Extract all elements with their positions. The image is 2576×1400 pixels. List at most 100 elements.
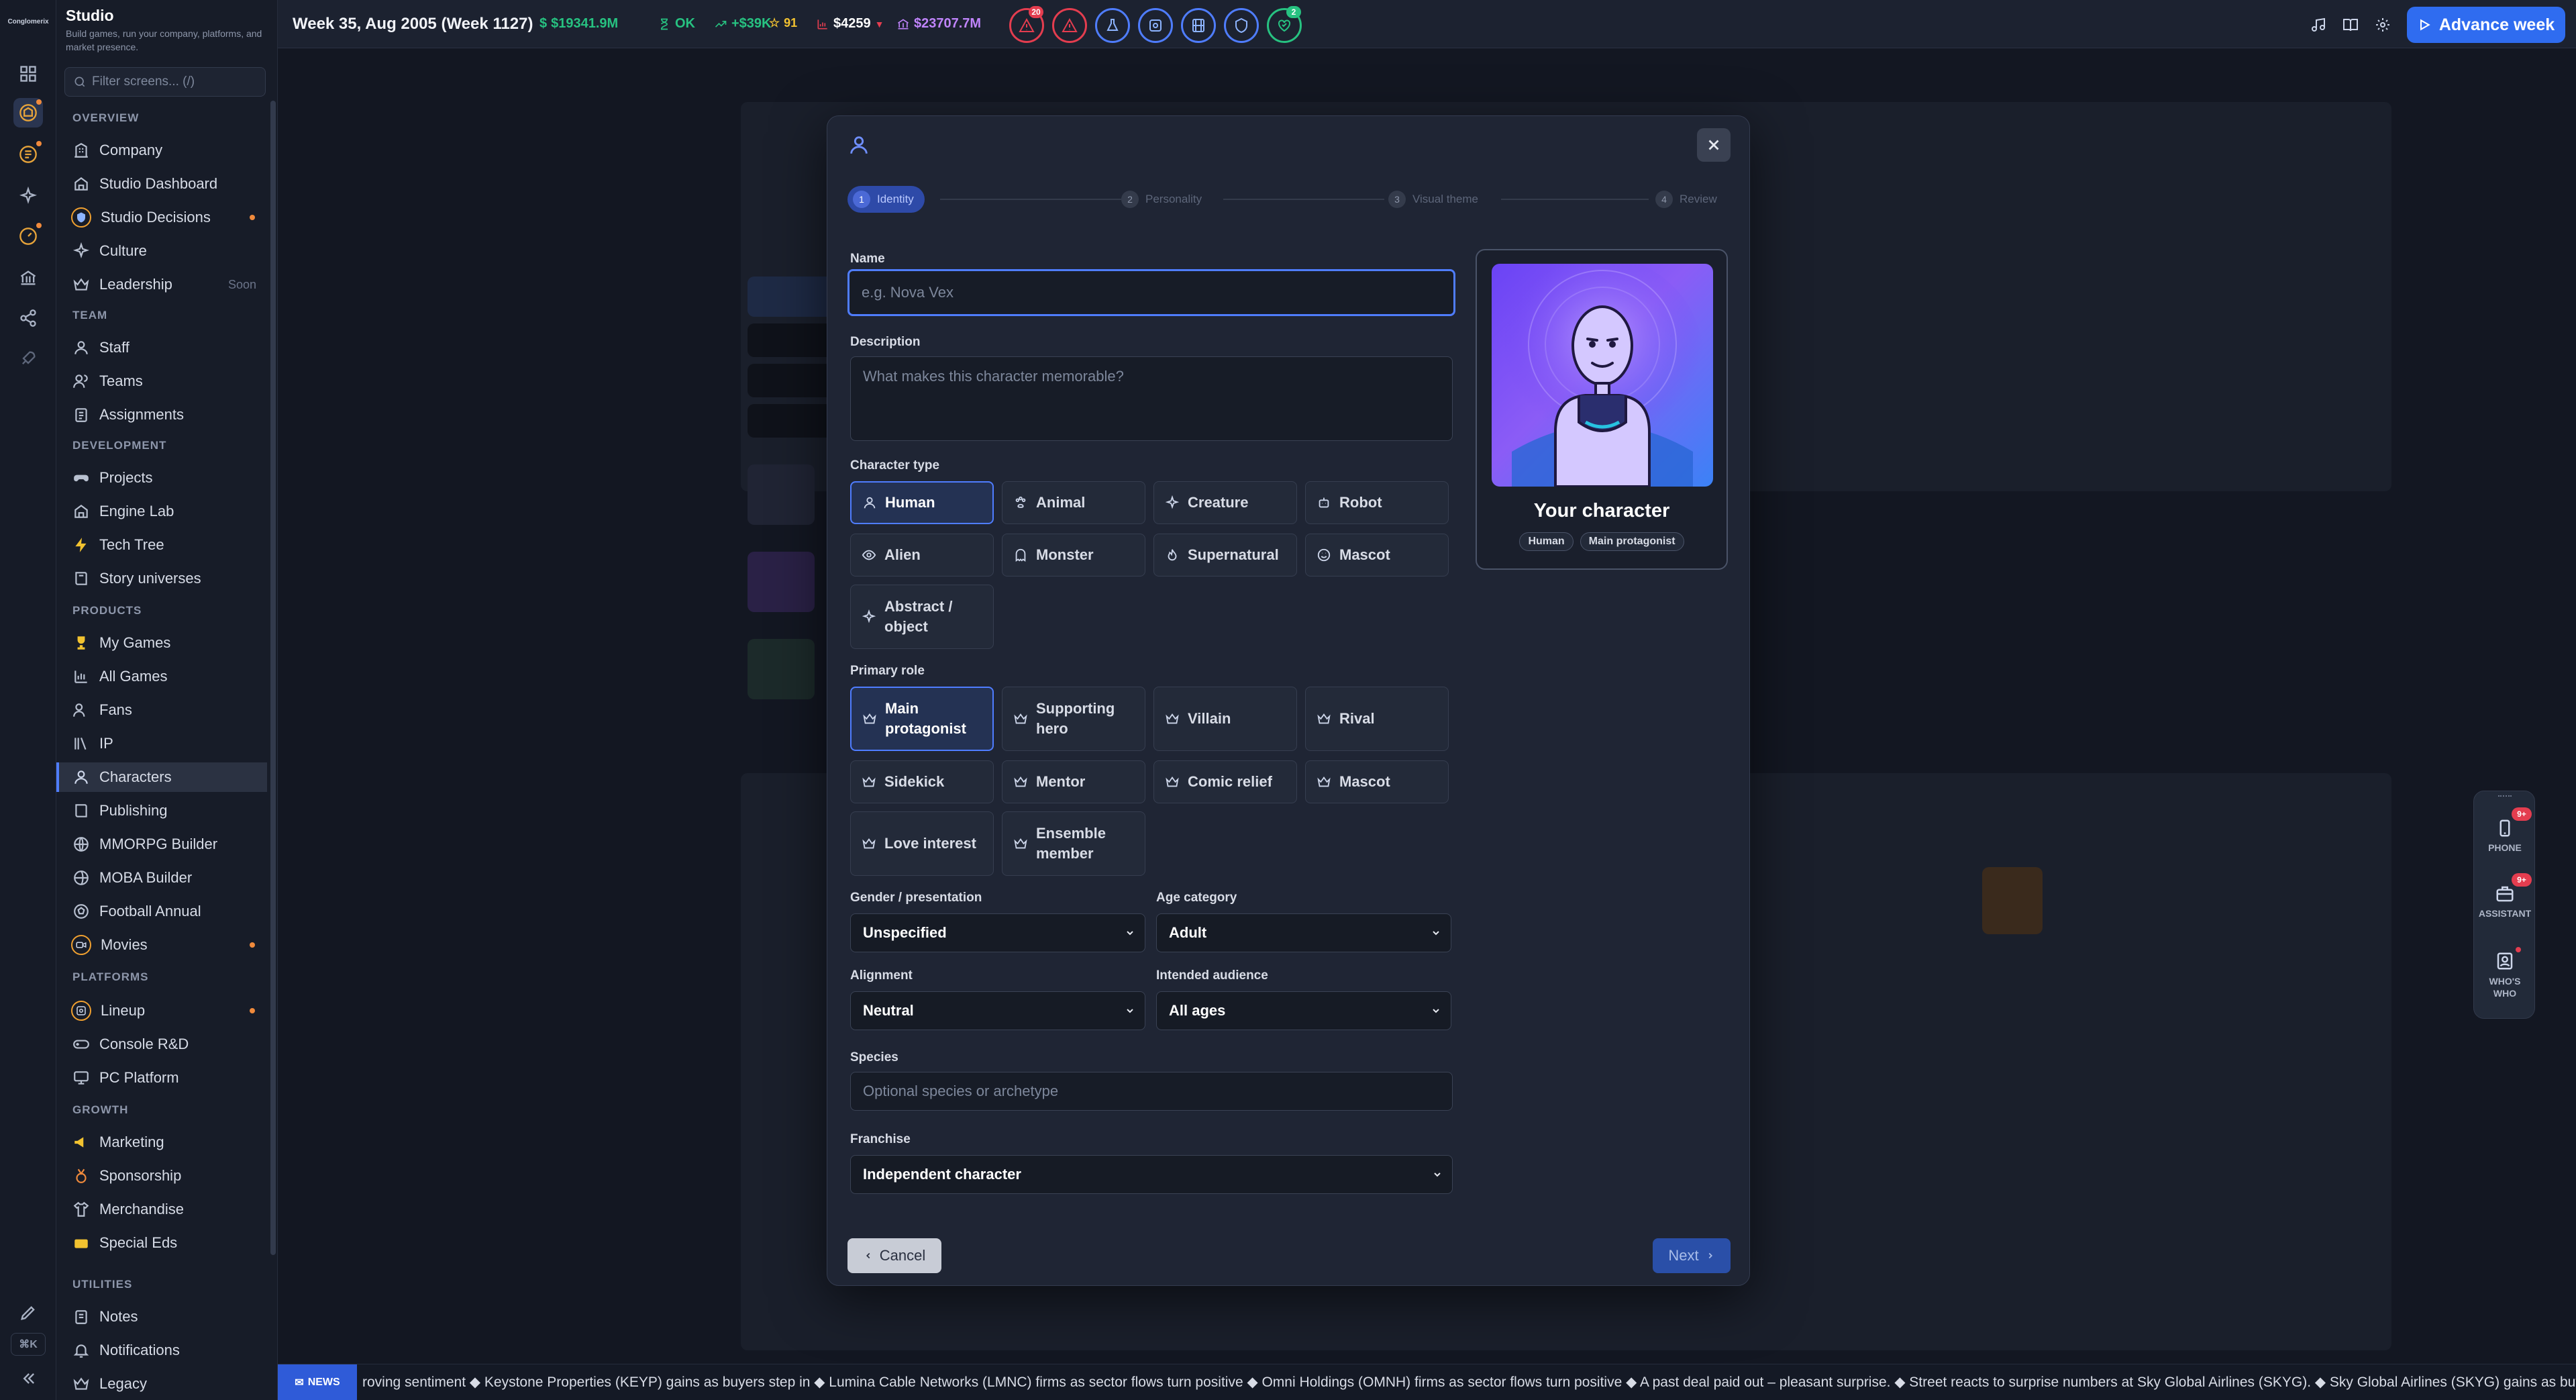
character-type-supernatural[interactable]: Supernatural	[1153, 534, 1297, 577]
sidebar-item-story-universes[interactable]: Story universes	[56, 564, 267, 593]
age-select[interactable]: Adult	[1156, 913, 1451, 952]
sidebar-item-my-games[interactable]: My Games	[56, 628, 267, 658]
pencil-icon[interactable]	[13, 1298, 43, 1328]
sidebar-item-characters[interactable]: Characters	[56, 762, 267, 792]
sidebar-item-company[interactable]: Company	[56, 136, 267, 165]
sidebar-item-notes[interactable]: Notes	[56, 1302, 267, 1332]
cash-stat[interactable]: $ $19341.9M	[539, 16, 618, 32]
drag-handle[interactable]	[2498, 795, 2512, 798]
sidebar-item-notifications[interactable]: Notifications	[56, 1336, 267, 1365]
character-type-human[interactable]: Human	[850, 481, 994, 524]
cancel-button[interactable]: Cancel	[847, 1238, 941, 1273]
sidebar-item-movies[interactable]: Movies	[56, 930, 267, 960]
sidebar-item-teams[interactable]: Teams	[56, 366, 267, 396]
step-review[interactable]: 4 Review	[1650, 186, 1728, 213]
sidebar-item-all-games[interactable]: All Games	[56, 662, 267, 691]
sidebar-item-ip[interactable]: IP	[56, 729, 267, 758]
role-mascot[interactable]: Mascot	[1305, 760, 1449, 803]
command-palette-shortcut[interactable]: ⌘K	[11, 1333, 46, 1356]
step-personality[interactable]: 2 Personality	[1116, 186, 1213, 213]
name-input[interactable]: e.g. Nova Vex	[847, 269, 1455, 316]
grid-icon[interactable]	[13, 59, 43, 89]
sidebar-item-fans[interactable]: Fans	[56, 695, 267, 725]
role-sidekick[interactable]: Sidekick	[850, 760, 994, 803]
sidebar-item-tech-tree[interactable]: Tech Tree	[56, 530, 267, 560]
alerts-button[interactable]: 20	[1009, 6, 1044, 43]
role-love-interest[interactable]: Love interest	[850, 811, 994, 876]
description-textarea[interactable]: What makes this character memorable?	[850, 356, 1453, 441]
character-type-animal[interactable]: Animal	[1002, 481, 1145, 524]
reputation-stat[interactable]: ☆ 91	[769, 16, 797, 30]
console-button[interactable]	[1138, 8, 1173, 43]
assistant-button[interactable]: ASSISTANT	[2474, 884, 2536, 919]
advance-week-button[interactable]: Advance week	[2407, 7, 2565, 43]
character-type-mascot[interactable]: Mascot	[1305, 534, 1449, 577]
step-identity[interactable]: 1 Identity	[847, 186, 925, 213]
sidebar-item-studio-decisions[interactable]: Studio Decisions	[56, 203, 267, 232]
whos-who-button[interactable]: WHO'S WHO	[2474, 951, 2536, 999]
character-type-abstract-object[interactable]: Abstract / object	[850, 585, 994, 649]
role-comic-relief[interactable]: Comic relief	[1153, 760, 1297, 803]
sidebar-item-leadership[interactable]: Leadership Soon	[56, 270, 267, 299]
sidebar-item-legacy[interactable]: Legacy	[56, 1369, 267, 1399]
phone-button[interactable]: PHONE	[2474, 818, 2536, 853]
sidebar-item-studio-dashboard[interactable]: Studio Dashboard	[56, 169, 267, 199]
character-type-robot[interactable]: Robot	[1305, 481, 1449, 524]
delta-stat[interactable]: +$39K	[714, 16, 772, 32]
next-button[interactable]: Next	[1653, 1238, 1731, 1273]
sidebar-item-console-rd[interactable]: Console R&D	[56, 1030, 267, 1059]
collapse-icon[interactable]	[13, 1364, 43, 1393]
sidebar-item-moba-builder[interactable]: MOBA Builder	[56, 863, 267, 893]
sparkle-icon[interactable]	[13, 181, 43, 211]
sidebar-item-mmorpg-builder[interactable]: MMORPG Builder	[56, 830, 267, 859]
news-ticker-text[interactable]: roving sentiment ◆ Keystone Properties (…	[362, 1374, 2576, 1391]
role-main-protagonist[interactable]: Main protagonist	[850, 687, 994, 751]
sidebar-item-lineup[interactable]: Lineup	[56, 996, 267, 1026]
franchise-select[interactable]: Independent character	[850, 1155, 1453, 1194]
character-type-monster[interactable]: Monster	[1002, 534, 1145, 577]
news-icon[interactable]	[13, 140, 43, 169]
share-icon[interactable]	[13, 303, 43, 333]
status-stat[interactable]: OK	[658, 16, 695, 32]
sidebar-item-pc-platform[interactable]: PC Platform	[56, 1063, 267, 1093]
health-button[interactable]: 2	[1267, 6, 1302, 43]
role-rival[interactable]: Rival	[1305, 687, 1449, 751]
book-open-icon[interactable]	[2339, 13, 2362, 36]
sidebar-item-projects[interactable]: Projects	[56, 463, 267, 493]
role-mentor[interactable]: Mentor	[1002, 760, 1145, 803]
step-visual-theme[interactable]: 3 Visual theme	[1383, 186, 1489, 213]
gender-select[interactable]: Unspecified	[850, 913, 1145, 952]
valuation-stat[interactable]: $23707.7M	[896, 16, 981, 32]
filter-screens-input[interactable]: Filter screens... (/)	[64, 67, 266, 97]
sidebar-item-culture[interactable]: Culture	[56, 236, 267, 266]
shield-button[interactable]	[1224, 8, 1259, 43]
sidebar-item-marketing[interactable]: Marketing	[56, 1128, 267, 1157]
sidebar-item-engine-lab[interactable]: Engine Lab	[56, 497, 267, 526]
sidebar-scrollbar[interactable]	[270, 101, 276, 1255]
sidebar-item-football-annual[interactable]: Football Annual	[56, 897, 267, 926]
sidebar-item-publishing[interactable]: Publishing	[56, 796, 267, 826]
music-icon[interactable]	[2307, 13, 2330, 36]
sidebar-item-staff[interactable]: Staff	[56, 333, 267, 362]
role-ensemble-member[interactable]: Ensemble member	[1002, 811, 1145, 876]
warnings-button[interactable]	[1052, 8, 1087, 43]
alignment-select[interactable]: Neutral	[850, 991, 1145, 1030]
sidebar-item-assignments[interactable]: Assignments	[56, 400, 267, 430]
close-button[interactable]	[1697, 128, 1731, 162]
role-villain[interactable]: Villain	[1153, 687, 1297, 751]
gauge-icon[interactable]	[13, 221, 43, 251]
research-button[interactable]	[1095, 8, 1130, 43]
news-tag[interactable]: ✉ NEWS	[278, 1364, 357, 1400]
audience-select[interactable]: All ages	[1156, 991, 1451, 1030]
sidebar-item-sponsorship[interactable]: Sponsorship	[56, 1161, 267, 1191]
sidebar-item-special-eds[interactable]: Special Eds	[56, 1228, 267, 1258]
character-type-alien[interactable]: Alien	[850, 534, 994, 577]
film-button[interactable]	[1181, 8, 1216, 43]
app-logo[interactable]: Conglomerix	[7, 7, 48, 36]
share-price-stat[interactable]: $4259 ▼	[816, 16, 884, 32]
studio-icon[interactable]	[13, 98, 43, 128]
rocket-icon[interactable]	[13, 344, 43, 373]
character-type-creature[interactable]: Creature	[1153, 481, 1297, 524]
settings-icon[interactable]	[2371, 13, 2394, 36]
sidebar-item-merchandise[interactable]: Merchandise	[56, 1195, 267, 1224]
